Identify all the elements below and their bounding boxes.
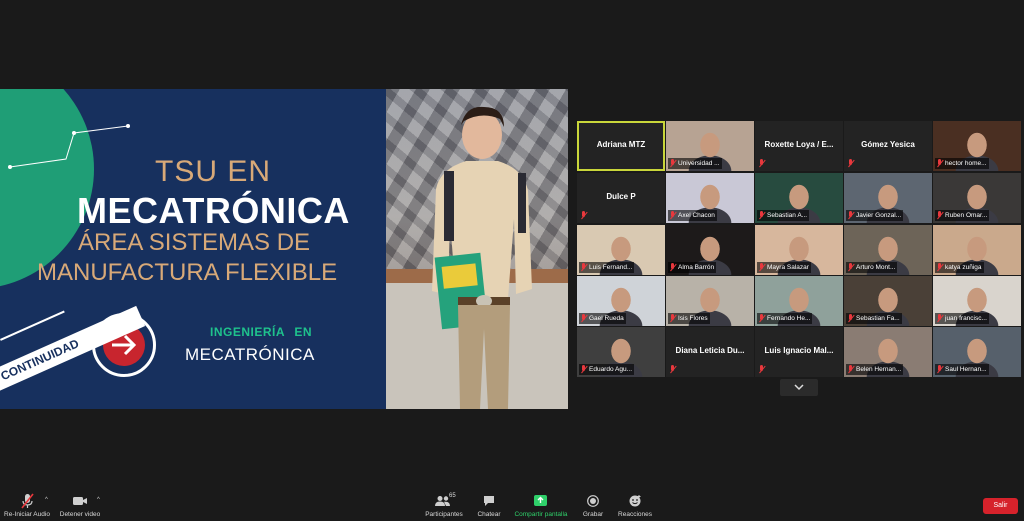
- share-screen-button[interactable]: Compartir pantalla: [513, 488, 569, 521]
- participant-name: Luis Ignacio Mal...: [764, 346, 834, 355]
- student-photo: [386, 89, 568, 409]
- zoom-meeting-window: TSU EN MECATRÓNICA ÁREA SISTEMAS DE MANU…: [0, 0, 1024, 521]
- participant-tile[interactable]: Mayra Salazar: [755, 225, 843, 275]
- mic-muted-icon: [936, 263, 944, 272]
- participant-tile[interactable]: Gael Rueda: [577, 276, 665, 326]
- mic-muted-icon: [580, 314, 588, 323]
- participant-name: Gómez Yesica: [861, 140, 915, 149]
- mic-muted-icon: [580, 263, 588, 272]
- mic-muted-icon: [669, 159, 677, 168]
- participants-count: 65: [449, 493, 456, 499]
- share-screen-icon: [513, 493, 569, 511]
- mic-muted-icon: [669, 314, 677, 323]
- audio-options-caret[interactable]: ^: [45, 497, 48, 503]
- audio-label: Re-Iniciar Audio: [4, 511, 50, 518]
- mic-muted-icon: [758, 263, 766, 272]
- participant-name: Diana Leticia Du...: [675, 346, 745, 355]
- mic-muted-icon: [936, 159, 944, 168]
- mic-muted-icon: [847, 159, 855, 168]
- leave-button[interactable]: Salir: [983, 498, 1018, 514]
- participant-tile[interactable]: Universidad ...: [666, 121, 754, 171]
- video-label: Detener video: [59, 511, 101, 518]
- shared-screen: TSU EN MECATRÓNICA ÁREA SISTEMAS DE MANU…: [0, 89, 568, 409]
- audio-button[interactable]: Re-Iniciar Audio: [3, 488, 51, 521]
- participants-button[interactable]: 65 Participantes: [423, 488, 465, 521]
- student-figure: [432, 106, 532, 409]
- slide-title-line4: MANUFACTURA FLEXIBLE: [37, 259, 338, 286]
- slide-ingenieria: INGENIERÍA EN: [210, 325, 313, 339]
- participant-tile[interactable]: Belen Hernan...: [844, 327, 932, 377]
- participant-tile[interactable]: Luis Ignacio Mal...: [755, 327, 843, 377]
- record-label: Grabar: [582, 511, 604, 518]
- slide-title-line2: MECATRÓNICA: [77, 190, 350, 231]
- participant-name: Adriana MTZ: [596, 140, 646, 149]
- participant-tile[interactable]: Eduardo Agu...: [577, 327, 665, 377]
- participant-tile[interactable]: Isis Flores: [666, 276, 754, 326]
- mic-muted-icon: [669, 211, 677, 220]
- participant-tile[interactable]: Axel Chacon: [666, 173, 754, 223]
- participant-tile[interactable]: juan francisc...: [933, 276, 1021, 326]
- mic-muted-icon: [580, 211, 588, 220]
- participant-tile[interactable]: Arturo Mont...: [844, 225, 932, 275]
- participant-tile[interactable]: Ruben Omar...: [933, 173, 1021, 223]
- mic-muted-icon: [669, 365, 677, 374]
- mic-muted-icon: [847, 314, 855, 323]
- meeting-toolbar: Re-Iniciar Audio ^ Detener video ^ 65 Pa…: [0, 488, 1024, 521]
- share-screen-label: Compartir pantalla: [514, 511, 568, 518]
- participant-tile[interactable]: katya zuñiga: [933, 225, 1021, 275]
- participant-tile[interactable]: Adriana MTZ: [577, 121, 665, 171]
- gallery-next-page-button[interactable]: [780, 379, 818, 396]
- mic-muted-icon: [936, 365, 944, 374]
- reactions-label: Reacciones: [618, 511, 652, 518]
- mic-muted-icon: [936, 211, 944, 220]
- participant-name: Dulce P: [606, 192, 636, 201]
- video-options-caret[interactable]: ^: [97, 497, 100, 503]
- participant-tile[interactable]: Saul Hernan...: [933, 327, 1021, 377]
- chat-button[interactable]: Chatear: [476, 488, 502, 521]
- mic-muted-icon: [669, 263, 677, 272]
- smiley-icon: [617, 493, 653, 511]
- continuidad-line: [0, 310, 65, 341]
- record-icon: [580, 493, 606, 511]
- participant-tile[interactable]: Diana Leticia Du...: [666, 327, 754, 377]
- mic-muted-icon: [3, 493, 51, 511]
- mic-muted-icon: [847, 365, 855, 374]
- participant-tile[interactable]: hector home...: [933, 121, 1021, 171]
- participants-icon: 65: [423, 493, 465, 511]
- mic-muted-icon: [758, 314, 766, 323]
- participant-tile[interactable]: Alma Barrón: [666, 225, 754, 275]
- mic-muted-icon: [847, 211, 855, 220]
- record-button[interactable]: Grabar: [580, 488, 606, 521]
- slide-mecatronica: MECATRÓNICA: [185, 345, 315, 364]
- participant-tile[interactable]: Fernando He...: [755, 276, 843, 326]
- continuidad-label: CONTINUIDAD: [0, 336, 81, 384]
- reactions-button[interactable]: Reacciones: [617, 488, 653, 521]
- mic-muted-icon: [758, 365, 766, 374]
- slide-panel: TSU EN MECATRÓNICA ÁREA SISTEMAS DE MANU…: [0, 89, 386, 409]
- participants-label: Participantes: [425, 511, 463, 518]
- participant-tile[interactable]: Gómez Yesica: [844, 121, 932, 171]
- participant-tile[interactable]: Luis Fernand...: [577, 225, 665, 275]
- participant-tile[interactable]: Sebastian A...: [755, 173, 843, 223]
- participant-name: Roxette Loya / E...: [764, 140, 834, 149]
- mic-muted-icon: [936, 314, 944, 323]
- chat-icon: [476, 493, 502, 511]
- mic-muted-icon: [758, 211, 766, 220]
- chat-label: Chatear: [477, 511, 501, 518]
- participant-tile[interactable]: Sebastian Fa...: [844, 276, 932, 326]
- mic-muted-icon: [580, 365, 588, 374]
- chevron-down-icon: [794, 384, 804, 391]
- mic-muted-icon: [758, 159, 766, 168]
- participant-tile[interactable]: Roxette Loya / E...: [755, 121, 843, 171]
- slide-title-line1: TSU EN: [155, 155, 272, 188]
- participant-tile[interactable]: Dulce P: [577, 173, 665, 223]
- video-button[interactable]: Detener video: [57, 488, 103, 521]
- participant-tile[interactable]: Javier Gonzal...: [844, 173, 932, 223]
- line-decoration: [8, 124, 130, 169]
- mic-muted-icon: [847, 263, 855, 272]
- slide-title-line3: ÁREA SISTEMAS DE: [78, 229, 311, 256]
